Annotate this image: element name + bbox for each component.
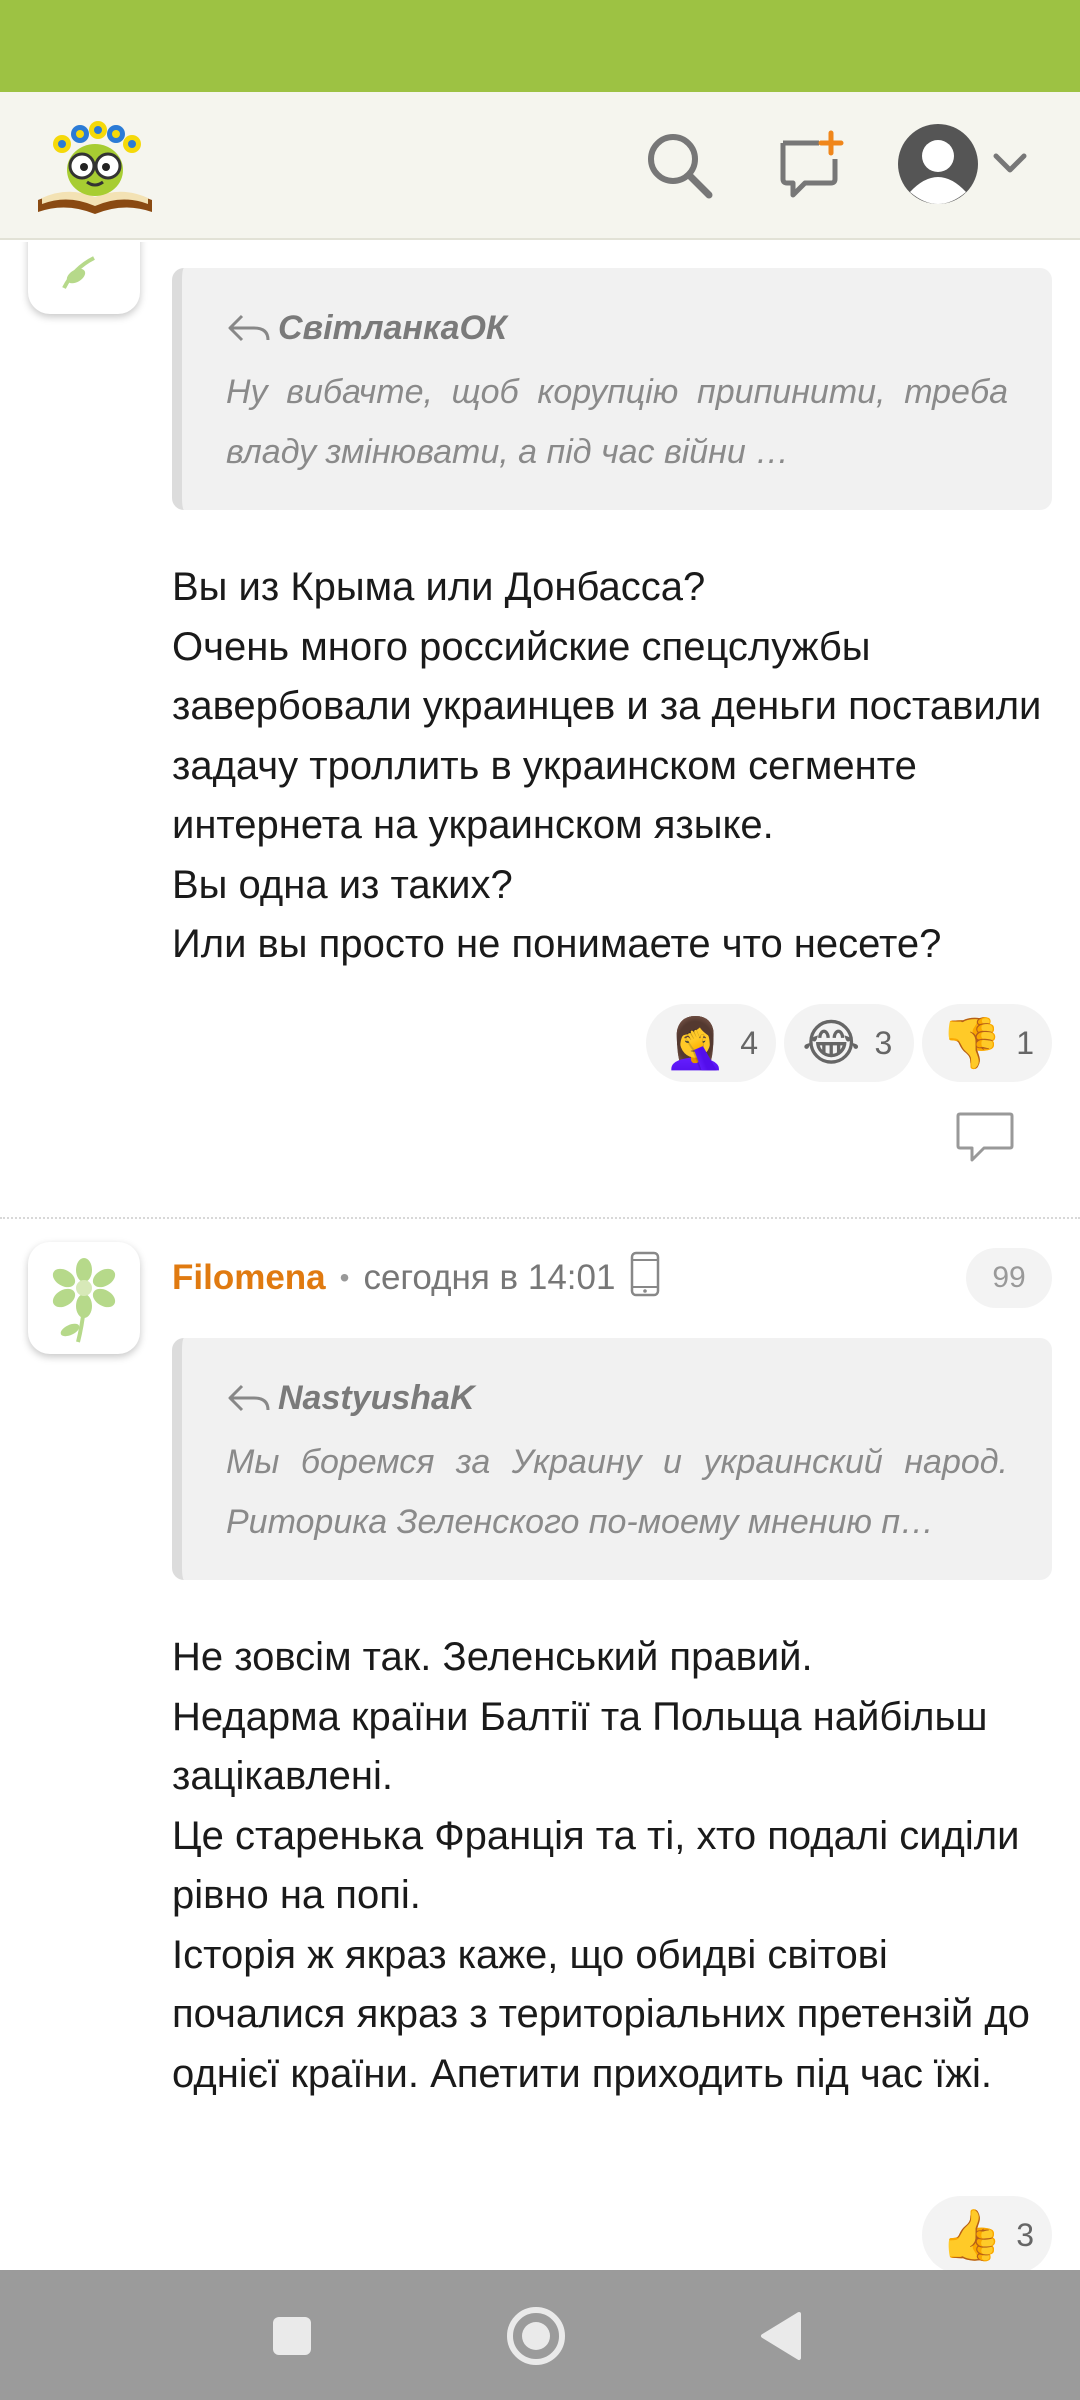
back-triangle-icon[interactable] <box>746 2300 818 2372</box>
quote-text: Мы боремся за Украину и украинский народ… <box>226 1443 1008 1541</box>
meta-separator: • <box>339 1262 350 1293</box>
comment-time: сегодня в 14:01 <box>363 1258 616 1297</box>
comment-meta: Filomena • сегодня в 14:01 <box>172 1248 661 1308</box>
reaction-count: 3 <box>874 1024 893 1061</box>
bookworm-logo-icon[interactable] <box>32 108 158 220</box>
status-bar <box>0 0 1080 92</box>
reply-comment-icon[interactable] <box>954 1110 1016 1166</box>
laughing-icon: 😂 <box>802 1014 861 1072</box>
quote-author: NastyushaK <box>226 1374 1008 1422</box>
reaction-laughing[interactable]: 😂 3 <box>784 1004 914 1082</box>
quote-author-name[interactable]: NastyushaK <box>278 1379 475 1418</box>
quoted-comment[interactable]: СвітланкаОК Ну вибачте, щоб корупцію при… <box>172 268 1052 510</box>
reaction-count: 4 <box>740 1024 759 1061</box>
reaction-thumbs-down[interactable]: 👎 1 <box>922 1004 1052 1082</box>
avatar[interactable] <box>28 242 140 314</box>
reaction-facepalm[interactable]: 🤦‍♀️ 4 <box>646 1004 776 1082</box>
profile-avatar-icon <box>896 122 980 211</box>
mobile-device-icon <box>629 1251 661 1306</box>
search-icon[interactable] <box>636 122 722 208</box>
thumbs-up-icon: 👍 <box>940 2206 1003 2264</box>
home-circle-icon[interactable] <box>500 2300 572 2372</box>
reaction-thumbs-up[interactable]: 👍 3 <box>922 2196 1052 2270</box>
reaction-count: 3 <box>1016 2216 1035 2253</box>
profile-menu-button[interactable] <box>896 118 1036 214</box>
avatar[interactable] <box>28 1242 140 1354</box>
app-header <box>0 92 1080 240</box>
thumbs-down-icon: 👎 <box>940 1014 1003 1072</box>
system-nav-bar <box>0 2270 1080 2400</box>
reply-arrow-icon <box>228 314 270 342</box>
reaction-count: 1 <box>1016 1024 1035 1061</box>
quote-author-name[interactable]: СвітланкаОК <box>278 309 507 348</box>
quote-text: Ну вибачте, щоб корупцію припинити, треб… <box>226 373 1008 471</box>
facepalm-icon: 🤦‍♀️ <box>664 1014 727 1072</box>
quoted-comment[interactable]: NastyushaK Мы боремся за Украину и украи… <box>172 1338 1052 1580</box>
chevron-down-icon <box>990 144 1030 189</box>
comment-text: Вы из Крыма или Донбасса? Очень много ро… <box>172 565 1042 966</box>
reply-arrow-icon <box>228 1384 270 1412</box>
comments-feed: СвітланкаОК Ну вибачте, щоб корупцію при… <box>0 242 1080 2270</box>
author-name[interactable]: Filomena <box>172 1258 326 1298</box>
comment-number-badge[interactable]: 99 <box>966 1248 1052 1308</box>
new-post-icon[interactable] <box>768 122 854 208</box>
recents-square-icon[interactable] <box>256 2300 328 2372</box>
quote-author: СвітланкаОК <box>226 304 1008 352</box>
comment-divider <box>0 1217 1080 1219</box>
comment-text: Не зовсім так. Зеленський правий. Недарм… <box>172 1635 1030 2096</box>
